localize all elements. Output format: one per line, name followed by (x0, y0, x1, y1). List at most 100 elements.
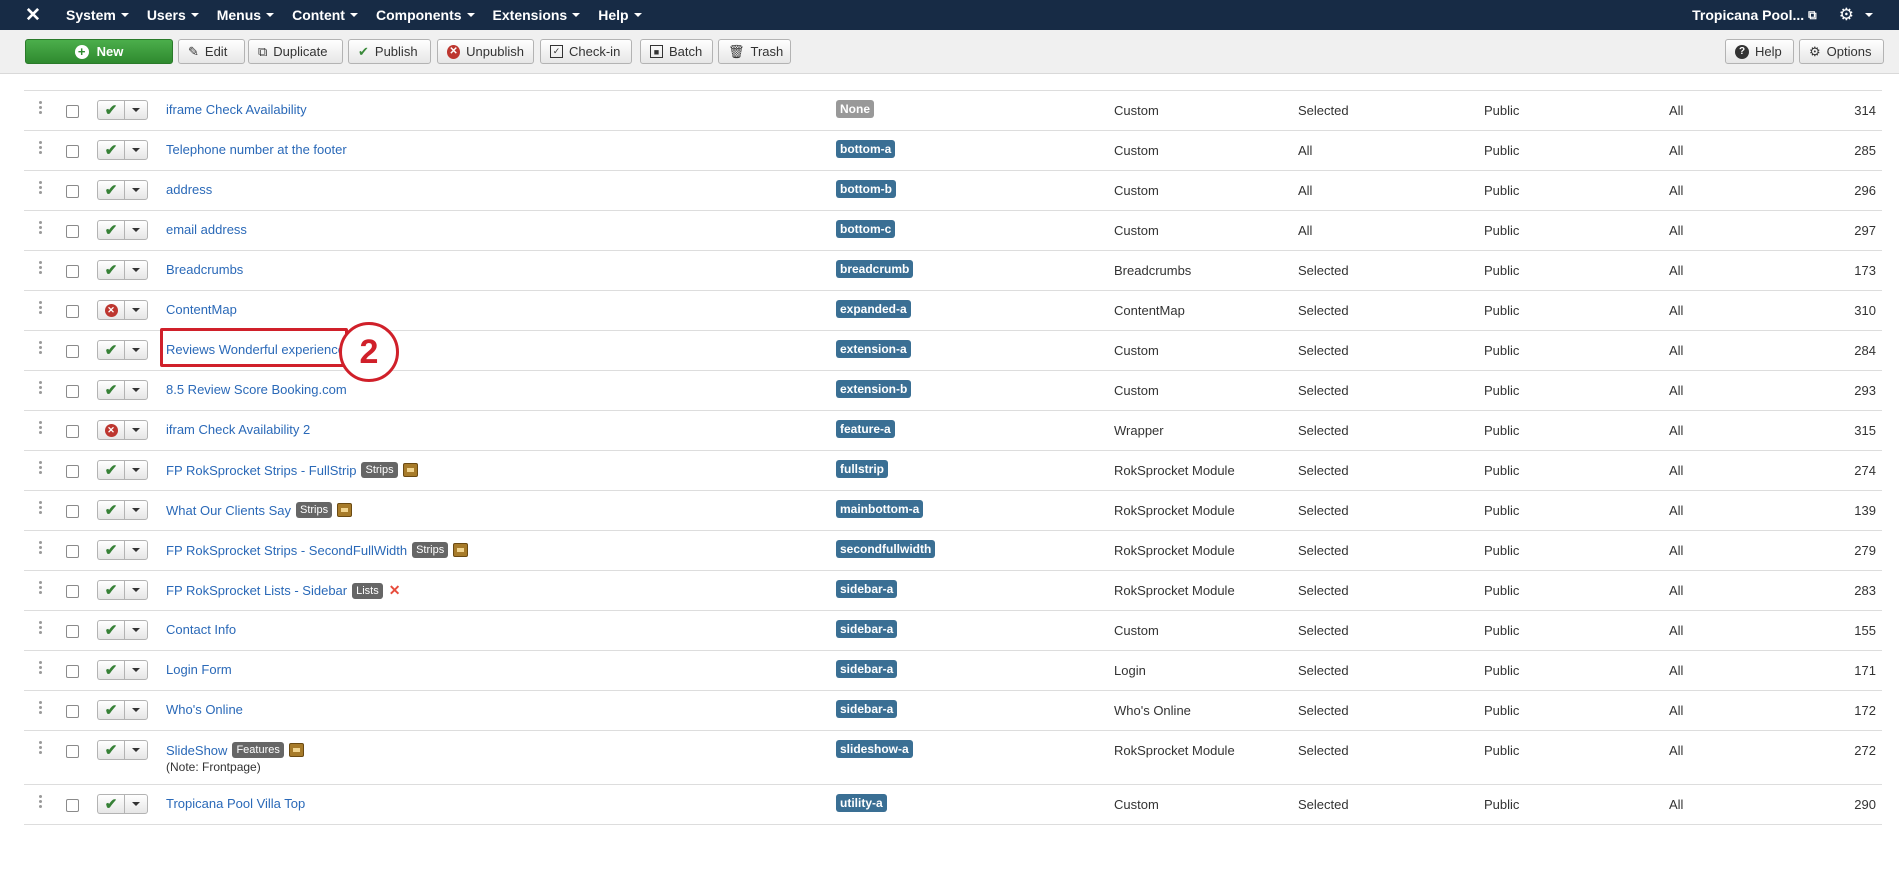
module-title-link[interactable]: ContentMap (166, 302, 237, 317)
status-toggle-button[interactable]: ✔ (97, 260, 124, 280)
status-toggle-button[interactable]: ✔ (97, 100, 124, 120)
options-button[interactable]: ⚙ Options (1799, 39, 1884, 64)
drag-handle-icon[interactable] (39, 581, 45, 596)
module-title-link[interactable]: Telephone number at the footer (166, 142, 347, 157)
row-actions-dropdown[interactable] (124, 100, 148, 120)
row-actions-dropdown[interactable] (124, 500, 148, 520)
row-actions-dropdown[interactable] (124, 420, 148, 440)
menu-content[interactable]: Content (292, 7, 370, 23)
status-toggle-button[interactable]: ✔ (97, 220, 124, 240)
row-checkbox[interactable] (66, 465, 79, 478)
drag-handle-icon[interactable] (39, 795, 45, 810)
status-toggle-button[interactable]: ✔ (97, 460, 124, 480)
drag-handle-icon[interactable] (39, 461, 45, 476)
status-toggle-button[interactable]: ✔ (97, 660, 124, 680)
drag-handle-icon[interactable] (39, 221, 45, 236)
drag-handle-icon[interactable] (39, 701, 45, 716)
module-title-link[interactable]: iframe Check Availability (166, 102, 307, 117)
menu-users[interactable]: Users (147, 7, 211, 23)
status-toggle-button[interactable]: ✔ (97, 340, 124, 360)
duplicate-button[interactable]: ⧉ Duplicate (248, 39, 343, 64)
row-checkbox[interactable] (66, 585, 79, 598)
drag-handle-icon[interactable] (39, 101, 45, 116)
status-toggle-button[interactable]: ✔ (97, 180, 124, 200)
row-actions-dropdown[interactable] (124, 580, 148, 600)
drag-handle-icon[interactable] (39, 621, 45, 636)
drag-handle-icon[interactable] (39, 501, 45, 516)
menu-extensions[interactable]: Extensions (493, 7, 593, 23)
status-toggle-button[interactable]: ✔ (97, 740, 124, 760)
gear-icon[interactable]: ⚙ (1839, 5, 1854, 25)
row-actions-dropdown[interactable] (124, 460, 148, 480)
row-checkbox[interactable] (66, 799, 79, 812)
status-toggle-button[interactable]: ✔ (97, 140, 124, 160)
edit-button[interactable]: ✎ Edit (178, 39, 245, 64)
status-toggle-button[interactable]: ✔ (97, 700, 124, 720)
drag-handle-icon[interactable] (39, 74, 45, 76)
row-checkbox[interactable] (66, 625, 79, 638)
row-checkbox[interactable] (66, 345, 79, 358)
row-checkbox[interactable] (66, 185, 79, 198)
row-checkbox[interactable] (66, 505, 79, 518)
status-toggle-button[interactable]: ✔ (97, 380, 124, 400)
module-title-link[interactable]: SlideShow (166, 743, 227, 758)
row-actions-dropdown[interactable] (124, 740, 148, 760)
menu-system[interactable]: System (66, 7, 141, 23)
status-toggle-button[interactable]: ✔ (97, 620, 124, 640)
row-checkbox[interactable] (66, 225, 79, 238)
menu-help[interactable]: Help (598, 7, 653, 23)
joomla-logo-icon[interactable]: ✕ (0, 4, 66, 27)
row-checkbox[interactable] (66, 705, 79, 718)
publish-button[interactable]: ✔ Publish (348, 39, 431, 64)
row-actions-dropdown[interactable] (124, 300, 148, 320)
row-actions-dropdown[interactable] (124, 700, 148, 720)
module-title-link[interactable]: email address (166, 222, 247, 237)
row-checkbox[interactable] (66, 385, 79, 398)
row-checkbox[interactable] (66, 425, 79, 438)
row-checkbox[interactable] (66, 305, 79, 318)
help-button[interactable]: ? Help (1725, 39, 1794, 64)
drag-handle-icon[interactable] (39, 741, 45, 756)
row-actions-dropdown[interactable] (124, 540, 148, 560)
menu-menus[interactable]: Menus (217, 7, 286, 23)
row-checkbox[interactable] (66, 265, 79, 278)
row-checkbox[interactable] (66, 545, 79, 558)
caret-down-icon[interactable] (1865, 13, 1873, 17)
drag-handle-icon[interactable] (39, 541, 45, 556)
module-title-link[interactable]: FP RokSprocket Lists - Sidebar (166, 583, 347, 598)
module-title-link[interactable]: 8.5 Review Score Booking.com (166, 382, 347, 397)
row-checkbox[interactable] (66, 745, 79, 758)
row-actions-dropdown[interactable] (124, 140, 148, 160)
drag-handle-icon[interactable] (39, 301, 45, 316)
drag-handle-icon[interactable] (39, 141, 45, 156)
module-title-link[interactable]: Who's Online (166, 702, 243, 717)
status-toggle-button[interactable]: ✔ (97, 500, 124, 520)
module-title-link[interactable]: FP RokSprocket Strips - FullStrip (166, 463, 356, 478)
drag-handle-icon[interactable] (39, 421, 45, 436)
site-link[interactable]: Tropicana Pool... ⧉ (1692, 7, 1817, 23)
module-title-link[interactable]: ifram Check Availability 2 (166, 422, 310, 437)
drag-handle-icon[interactable] (39, 261, 45, 276)
batch-button[interactable]: ■ Batch (640, 39, 713, 64)
checkin-button[interactable]: ✓ Check-in (540, 39, 632, 64)
status-toggle-button[interactable]: ✕ (97, 420, 124, 440)
row-checkbox[interactable] (66, 145, 79, 158)
row-actions-dropdown[interactable] (124, 660, 148, 680)
drag-handle-icon[interactable] (39, 341, 45, 356)
unpublish-button[interactable]: ✕ Unpublish (437, 39, 534, 64)
status-toggle-button[interactable]: ✔ (97, 540, 124, 560)
drag-handle-icon[interactable] (39, 381, 45, 396)
new-button[interactable]: + New (25, 39, 173, 64)
row-actions-dropdown[interactable] (124, 260, 148, 280)
status-toggle-button[interactable]: ✕ (97, 300, 124, 320)
row-actions-dropdown[interactable] (124, 220, 148, 240)
menu-components[interactable]: Components (376, 7, 487, 23)
drag-handle-icon[interactable] (39, 181, 45, 196)
module-title-link[interactable]: What Our Clients Say (166, 503, 291, 518)
row-checkbox[interactable] (66, 105, 79, 118)
module-title-link[interactable]: FP RokSprocket Strips - SecondFullWidth (166, 543, 407, 558)
module-title-link[interactable]: Contact Info (166, 622, 236, 637)
row-actions-dropdown[interactable] (124, 180, 148, 200)
module-title-link[interactable]: address (166, 182, 212, 197)
module-title-link[interactable]: Login Form (166, 662, 232, 677)
